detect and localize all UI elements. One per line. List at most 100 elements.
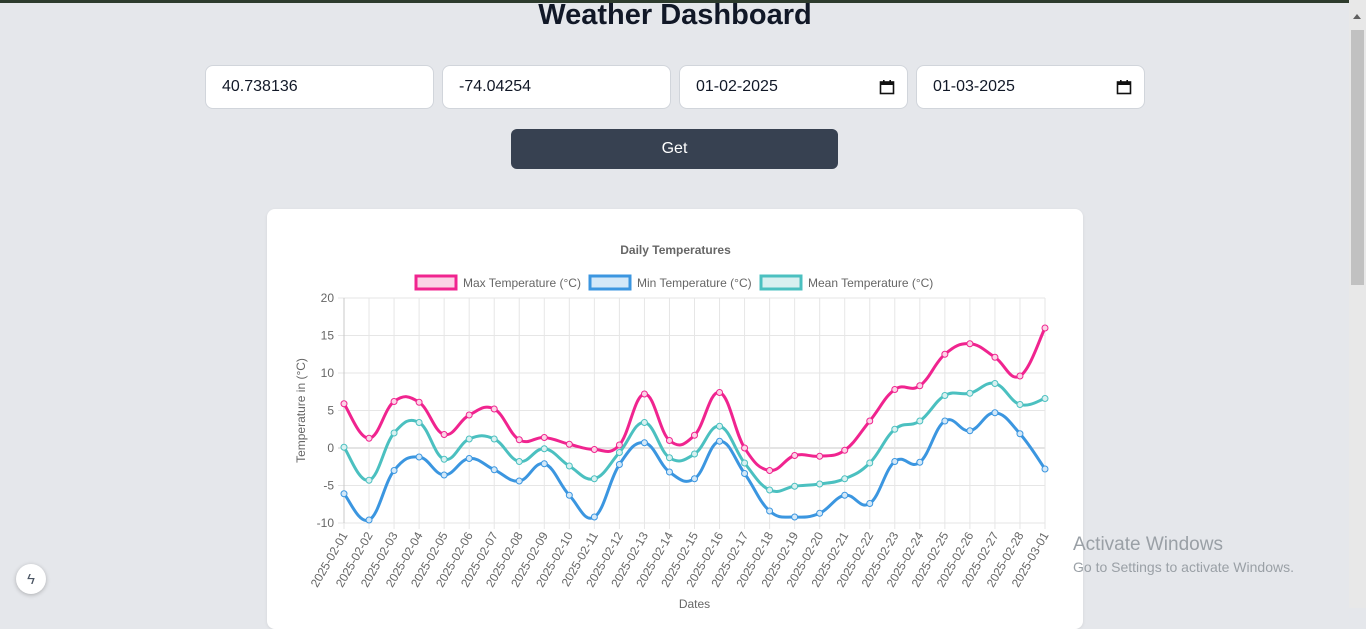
y-tick-label: -5: [323, 479, 334, 493]
data-point: [716, 437, 724, 445]
data-point: [615, 461, 623, 468]
legend-label: Max Temperature (°C): [463, 276, 581, 290]
data-point: [841, 491, 849, 499]
latitude-value: 40.738136: [222, 78, 298, 95]
data-point: [565, 462, 573, 470]
data-point: [691, 450, 698, 458]
latitude-input[interactable]: 40.738136: [205, 65, 434, 109]
data-point: [540, 460, 548, 468]
data-point: [365, 434, 373, 442]
data-point: [891, 458, 899, 465]
data-point: [916, 417, 924, 425]
data-point: [640, 419, 648, 426]
data-point: [791, 513, 799, 521]
data-point: [766, 507, 774, 515]
data-point: [490, 405, 498, 413]
data-point: [741, 444, 749, 452]
data-point: [941, 417, 949, 425]
data-point: [390, 398, 398, 405]
data-point: [791, 482, 799, 490]
data-point: [941, 350, 949, 358]
longitude-value: -74.04254: [459, 78, 532, 95]
activate-windows-watermark: Activate Windows Go to Settings to activ…: [1073, 534, 1294, 578]
data-point: [841, 475, 849, 483]
y-tick-label: 0: [327, 441, 334, 455]
data-point: [515, 436, 523, 444]
temperature-chart: 20151050-5-102025-02-012025-02-022025-02…: [294, 243, 1052, 611]
data-point: [1016, 430, 1024, 438]
data-point: [916, 382, 924, 390]
x-axis-label: Dates: [679, 597, 710, 611]
data-point: [1041, 324, 1049, 332]
longitude-input[interactable]: -74.04254: [442, 65, 671, 109]
data-point: [590, 446, 598, 453]
bolt-icon[interactable]: ϟ: [16, 564, 46, 594]
legend-label: Min Temperature (°C): [637, 276, 752, 290]
data-point: [741, 459, 749, 467]
data-point: [540, 434, 548, 441]
legend-swatch: [414, 274, 458, 291]
data-point: [565, 440, 573, 448]
data-point: [465, 411, 473, 419]
data-point: [490, 466, 498, 474]
data-point: [615, 441, 623, 449]
legend-swatch: [588, 274, 632, 291]
data-point: [515, 477, 523, 485]
data-point: [465, 455, 473, 462]
start-date-input[interactable]: 01-02-2025: [679, 65, 908, 109]
activate-title: Activate Windows: [1073, 534, 1223, 555]
data-point: [841, 446, 849, 454]
end-date-value: 01-03-2025: [933, 78, 1015, 95]
data-point: [866, 459, 874, 467]
y-tick-label: 20: [321, 291, 335, 305]
data-point: [640, 390, 648, 398]
calendar-icon[interactable]: [1116, 79, 1132, 95]
data-point: [390, 429, 398, 437]
data-point: [490, 435, 498, 443]
data-point: [365, 476, 373, 484]
data-point: [440, 431, 448, 438]
calendar-icon[interactable]: [879, 79, 895, 95]
legend-swatch: [759, 274, 803, 291]
start-date-value: 01-02-2025: [696, 78, 778, 95]
scroll-up-arrow-icon[interactable]: [1353, 14, 1361, 19]
data-point: [590, 475, 598, 483]
data-point: [941, 392, 949, 399]
legend-label: Mean Temperature (°C): [808, 276, 933, 290]
data-point: [1016, 401, 1024, 408]
data-point: [891, 425, 899, 433]
data-point: [615, 449, 623, 456]
data-point: [766, 486, 774, 494]
data-point: [966, 389, 974, 397]
data-point: [741, 470, 749, 477]
data-point: [766, 467, 774, 474]
data-point: [716, 389, 724, 396]
data-point: [791, 452, 799, 459]
data-point: [390, 467, 398, 474]
data-point: [665, 468, 673, 476]
data-point: [891, 386, 899, 393]
data-point: [866, 417, 874, 425]
data-point: [340, 443, 348, 451]
data-point: [365, 516, 373, 524]
data-point: [866, 500, 874, 507]
get-button[interactable]: Get: [511, 129, 838, 169]
y-tick-label: 10: [321, 366, 335, 380]
data-point: [415, 398, 423, 406]
data-point: [991, 353, 999, 361]
data-point: [565, 491, 573, 499]
end-date-input[interactable]: 01-03-2025: [916, 65, 1145, 109]
data-point: [590, 513, 598, 521]
data-point: [1016, 372, 1024, 380]
data-point: [691, 475, 698, 483]
data-point: [816, 480, 824, 488]
y-axis-label: Temperature in (°C): [294, 358, 308, 463]
data-point: [991, 409, 999, 417]
data-point: [340, 400, 348, 408]
chart-card: 20 15 10 5 0 -5 -10 2025-02-01 2025-02-02 2025-02…: [267, 209, 1083, 629]
data-point: [515, 458, 523, 465]
data-point: [415, 419, 423, 426]
data-point: [816, 452, 824, 460]
scrollbar-thumb[interactable]: [1351, 30, 1364, 285]
chart-title: Daily Temperatures: [620, 243, 731, 257]
